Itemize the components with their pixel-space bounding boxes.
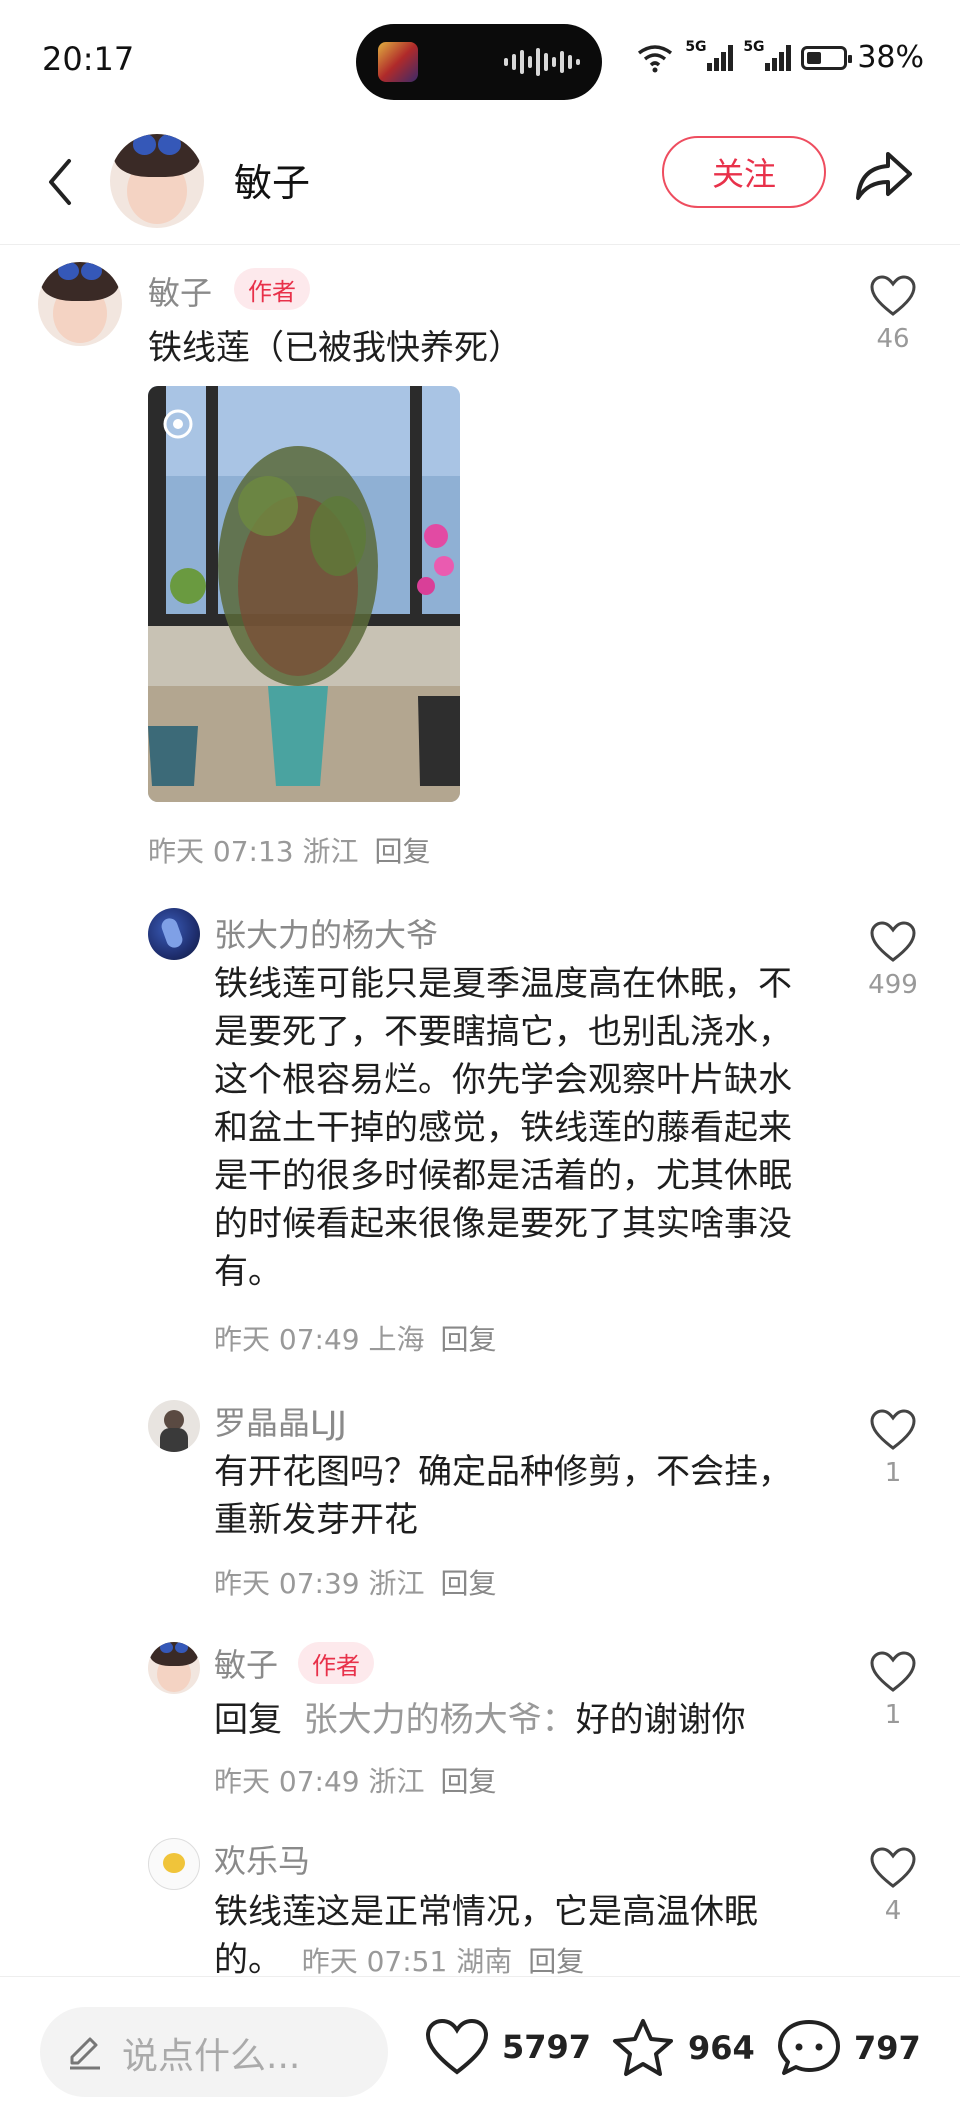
reply-prefix-label: 回复 — [214, 1700, 282, 1740]
dynamic-island — [356, 24, 602, 100]
battery-percent: 38% — [857, 40, 924, 75]
header-username[interactable]: 敏子 — [234, 152, 310, 207]
post-like-count: 46 — [876, 324, 910, 354]
avatar[interactable] — [38, 262, 122, 346]
comment-like-button[interactable]: 1 — [858, 1650, 928, 1730]
commenter-name[interactable]: 张大力的杨大爷 — [214, 910, 438, 956]
reply-to-username[interactable]: 张大力的杨大爷： — [304, 1700, 576, 1740]
follow-button[interactable]: 关注 — [662, 136, 826, 208]
author-badge: 作者 — [234, 268, 310, 310]
comment-bubble-icon — [778, 2020, 840, 2075]
comment-text[interactable]: 回复 张大力的杨大爷：好的谢谢你 — [214, 1696, 824, 1744]
back-button[interactable] — [30, 144, 90, 220]
comment-count: 797 — [854, 2029, 921, 2067]
pen-icon — [70, 2037, 100, 2070]
comment-like-count: 4 — [884, 1896, 902, 1926]
reply-button[interactable]: 回复 — [441, 1567, 497, 1600]
reply-button[interactable]: 回复 — [441, 1323, 497, 1356]
comment-like-button[interactable]: 4 — [858, 1846, 928, 1926]
post-time-location: 昨天 07:13 浙江 — [148, 835, 359, 868]
comment-like-button[interactable]: 1 — [858, 1408, 928, 1488]
status-icons: 5G 5G 38% — [635, 39, 924, 75]
battery-icon — [801, 45, 853, 70]
commenter-name[interactable]: 敏子 — [214, 1640, 278, 1686]
star-icon — [613, 2019, 673, 2076]
favorite-count: 964 — [688, 2029, 755, 2067]
header: 敏子 关注 — [0, 120, 960, 245]
comment-like-button[interactable]: 499 — [858, 920, 928, 1000]
bottom-action-bar: 说点什么... 5797 964 797 — [0, 1976, 960, 2123]
comment-time-location: 昨天 07:49 上海 — [214, 1323, 425, 1356]
like-action[interactable]: 5797 — [424, 2017, 591, 2077]
heart-icon — [425, 2018, 489, 2075]
post-like-button[interactable]: 46 — [858, 274, 928, 354]
comment-time-location: 昨天 07:51 湖南 — [301, 1945, 513, 1976]
heart-icon — [870, 1651, 916, 1692]
status-time: 20:17 — [42, 40, 135, 78]
audio-wave-icon — [504, 48, 580, 76]
author-badge: 作者 — [298, 1642, 374, 1684]
share-icon — [856, 152, 912, 200]
heart-icon — [870, 1409, 916, 1450]
plant-photo-image — [148, 386, 460, 802]
header-avatar[interactable] — [110, 134, 204, 228]
comment-time-location: 昨天 07:39 浙江 — [214, 1567, 425, 1600]
post-photo[interactable] — [148, 386, 460, 802]
comment-meta: 昨天 07:49 上海 回复 — [214, 1318, 497, 1358]
signal-icon: 5G — [685, 39, 734, 71]
reply-body: 好的谢谢你 — [575, 1700, 746, 1740]
comment-input[interactable]: 说点什么... — [40, 2007, 388, 2097]
avatar[interactable] — [148, 1400, 200, 1452]
reply-button[interactable]: 回复 — [441, 1765, 497, 1798]
comment-text[interactable]: 有开花图吗？确定品种修剪，不会挂，重新发芽开花 — [214, 1448, 824, 1544]
comment-text[interactable]: 铁线莲可能只是夏季温度高在休眠，不是要死了，不要瞎搞它，也别乱浇水，这个根容易烂… — [214, 960, 824, 1296]
back-arrow-icon — [49, 159, 71, 205]
music-thumbnail — [378, 42, 418, 82]
comment-text[interactable]: 铁线莲这是正常情况，它是高温休眠的。 昨天 07:51 湖南 回复 — [214, 1888, 824, 1976]
signal-icon-2: 5G — [743, 39, 792, 71]
commenter-name[interactable]: 欢乐马 — [214, 1836, 310, 1882]
reply-comment: 欢乐马 铁线莲这是正常情况，它是高温休眠的。 昨天 07:51 湖南 回复 4 — [0, 1836, 960, 1976]
comment-like-count: 1 — [884, 1700, 902, 1730]
comment-like-count: 1 — [884, 1458, 902, 1488]
comment-action[interactable]: 797 — [776, 2017, 921, 2079]
avatar[interactable] — [148, 908, 200, 960]
wifi-icon — [638, 44, 673, 72]
status-bar: 20:17 5G 5G 38% — [0, 0, 960, 120]
comment-meta: 昨天 07:49 浙江 回复 — [214, 1760, 497, 1800]
like-count: 5797 — [502, 2028, 592, 2066]
post-meta: 昨天 07:13 浙江 回复 — [148, 830, 431, 870]
avatar[interactable] — [148, 1838, 200, 1890]
post-text[interactable]: 铁线莲（已被我快养死） — [148, 324, 848, 372]
comment-meta: 昨天 07:51 湖南 回复 — [293, 1945, 585, 1976]
reply-button[interactable]: 回复 — [375, 835, 431, 868]
heart-icon — [870, 921, 916, 962]
favorite-action[interactable]: 964 — [610, 2017, 755, 2079]
share-button[interactable] — [852, 146, 916, 206]
comment-like-count: 499 — [868, 970, 918, 1000]
commenter-name[interactable]: 罗晶晶LJJ — [214, 1398, 347, 1444]
comment-time-location: 昨天 07:49 浙江 — [214, 1765, 425, 1798]
comment-input-placeholder: 说点什么... — [122, 2036, 301, 2077]
reply-button[interactable]: 回复 — [528, 1945, 584, 1976]
avatar[interactable] — [148, 1642, 200, 1694]
post-author-name[interactable]: 敏子 — [148, 268, 212, 314]
heart-icon — [870, 275, 916, 316]
heart-icon — [870, 1847, 916, 1888]
comment-meta: 昨天 07:39 浙江 回复 — [214, 1562, 497, 1602]
